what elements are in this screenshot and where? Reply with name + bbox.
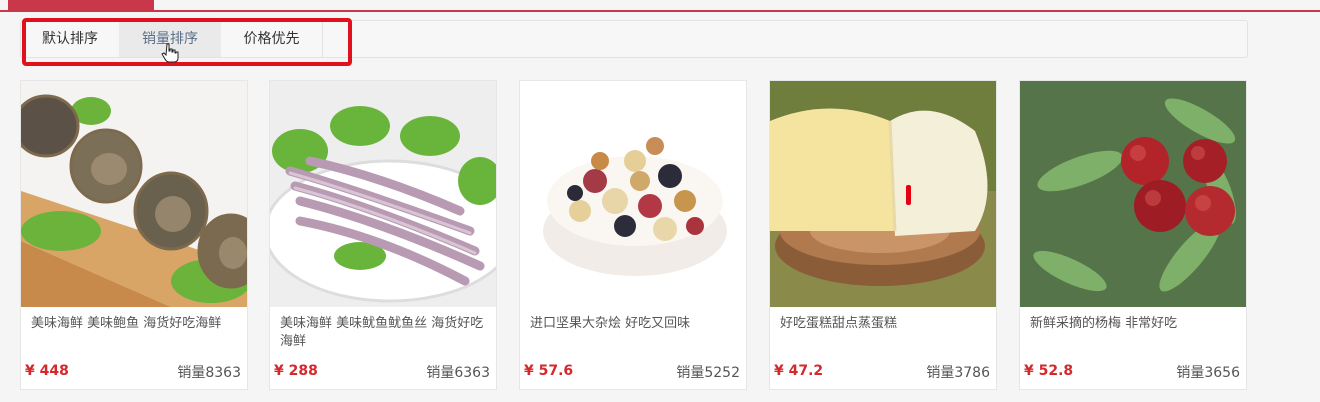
product-price: ¥ 448 bbox=[25, 363, 69, 379]
product-sales: 销量3786 bbox=[926, 365, 990, 381]
nav-underline bbox=[0, 10, 1320, 12]
product-name[interactable]: 美味海鲜 美味鲍鱼 海货好吃海鲜 bbox=[31, 315, 239, 333]
product-price: ¥ 52.8 bbox=[1024, 363, 1074, 379]
sort-bar: 默认排序 销量排序 价格优先 bbox=[20, 20, 1248, 58]
product-price: ¥ 47.2 bbox=[774, 363, 824, 379]
product-card[interactable]: 美味海鲜 美味鲍鱼 海货好吃海鲜 ¥ 448 销量8363 bbox=[20, 80, 248, 390]
product-image[interactable] bbox=[520, 81, 746, 307]
tab-default-sort[interactable]: 默认排序 bbox=[21, 21, 119, 57]
product-image[interactable] bbox=[770, 81, 996, 307]
tab-price-sort[interactable]: 价格优先 bbox=[221, 21, 323, 57]
product-card[interactable]: 美味海鲜 美味鱿鱼鱿鱼丝 海货好吃海鲜 ¥ 288 销量6363 bbox=[269, 80, 497, 390]
product-sales: 销量5252 bbox=[676, 365, 740, 381]
product-name[interactable]: 好吃蛋糕甜点蒸蛋糕 bbox=[780, 315, 988, 333]
product-price: ¥ 288 bbox=[274, 363, 318, 379]
product-card[interactable]: 好吃蛋糕甜点蒸蛋糕 ¥ 47.2 销量3786 bbox=[769, 80, 997, 390]
product-card[interactable]: 新鲜采摘的杨梅 非常好吃 ¥ 52.8 销量3656 bbox=[1019, 80, 1247, 390]
product-sales: 销量3656 bbox=[1176, 365, 1240, 381]
product-name[interactable]: 新鲜采摘的杨梅 非常好吃 bbox=[1030, 315, 1238, 333]
product-sales: 销量8363 bbox=[177, 365, 241, 381]
product-card[interactable]: 进口坚果大杂烩 好吃又回味 ¥ 57.6 销量5252 bbox=[519, 80, 747, 390]
product-name[interactable]: 进口坚果大杂烩 好吃又回味 bbox=[530, 315, 738, 333]
product-image[interactable] bbox=[1020, 81, 1246, 307]
product-price: ¥ 57.6 bbox=[524, 363, 574, 379]
product-image[interactable] bbox=[21, 81, 247, 307]
product-sales: 销量6363 bbox=[426, 365, 490, 381]
product-name[interactable]: 美味海鲜 美味鱿鱼鱿鱼丝 海货好吃海鲜 bbox=[280, 315, 488, 351]
hand-cursor-icon bbox=[161, 43, 179, 63]
product-image[interactable] bbox=[270, 81, 496, 307]
annotation-mark bbox=[906, 185, 911, 205]
